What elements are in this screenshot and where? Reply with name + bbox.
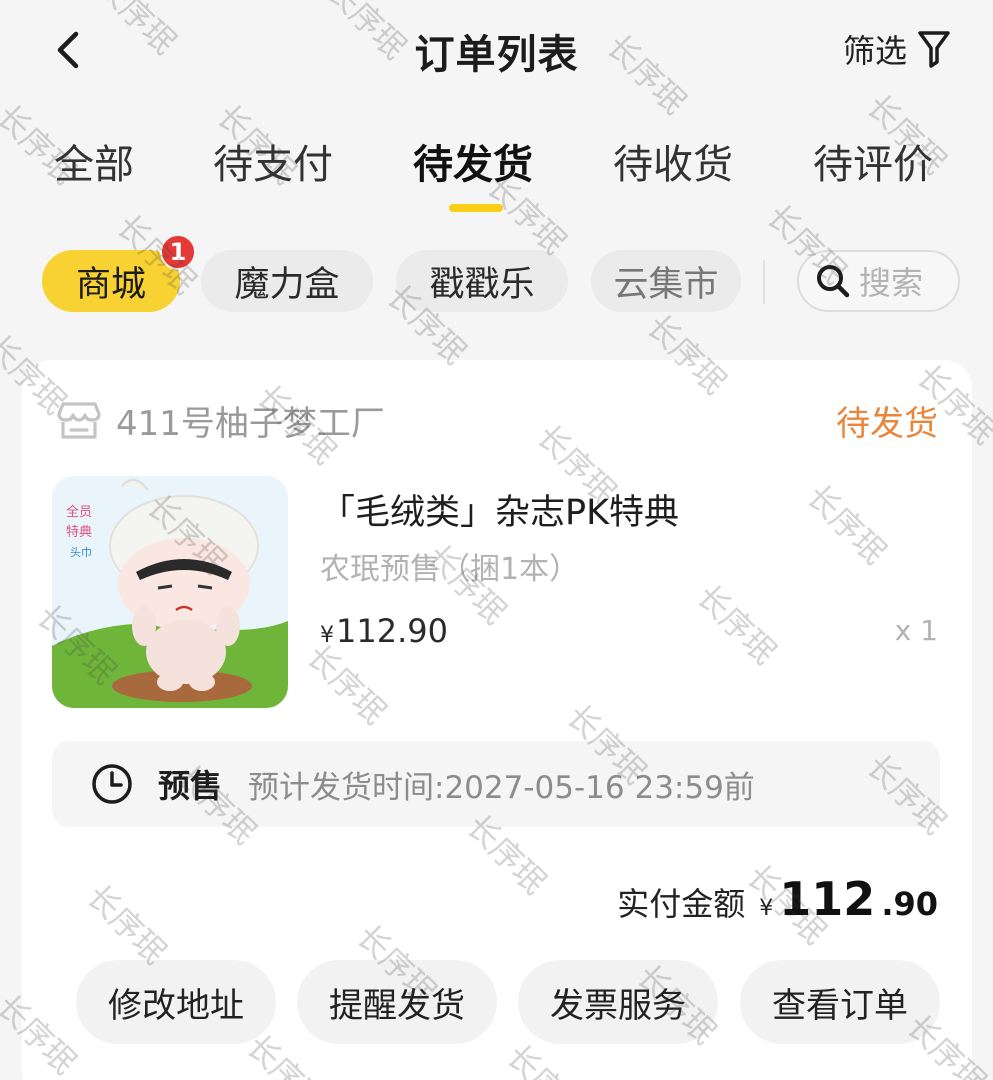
order-status: 待发货: [836, 404, 938, 444]
header: 订单列表 筛选: [0, 0, 993, 100]
product-price: ¥112.90: [320, 612, 448, 650]
shop-name: 411号柚子梦工厂: [116, 404, 385, 444]
presale-label: 预售: [158, 767, 223, 805]
clock-icon: [92, 764, 132, 804]
shop-row[interactable]: 411号柚子梦工厂: [56, 396, 385, 445]
funnel-icon: [918, 31, 950, 68]
estimated-ship-time: 预计发货时间:2027-05-16 23:59前: [248, 769, 755, 806]
chip-magic-box[interactable]: 魔力盒: [201, 250, 373, 312]
tab-all[interactable]: 全部: [54, 132, 134, 190]
order-card: 411号柚子梦工厂 待发货 全员 特典 头巾 「毛绒类」杂志PK特典 农珉预售（…: [22, 360, 972, 1080]
tab-pending-shipment[interactable]: 待发货: [413, 132, 533, 190]
tab-active-indicator: [449, 204, 503, 212]
search-button[interactable]: 搜索: [797, 250, 960, 312]
total-label: 实付金额: [617, 885, 746, 923]
tab-pending-payment[interactable]: 待支付: [213, 132, 333, 190]
chip-label: 商城: [75, 264, 146, 305]
svg-text:头巾: 头巾: [70, 545, 92, 559]
status-tabs: 全部 待支付 待发货 待收货 待评价: [0, 132, 993, 212]
currency-symbol: ¥: [759, 896, 774, 921]
search-icon: [817, 265, 850, 298]
product-image[interactable]: 全员 特典 头巾: [52, 476, 288, 708]
svg-text:特典: 特典: [66, 525, 92, 540]
filter-label: 筛选: [842, 32, 907, 70]
tab-pending-review[interactable]: 待评价: [813, 132, 933, 190]
store-icon: [57, 401, 101, 439]
total-integer: 112: [779, 872, 876, 926]
total-decimal: .90: [881, 885, 938, 923]
tab-pending-receipt[interactable]: 待收货: [613, 132, 733, 190]
chip-label: 云集市: [613, 264, 719, 305]
chip-label: 魔力盒: [234, 264, 340, 305]
price-value: 112.90: [336, 612, 448, 650]
view-order-button[interactable]: 查看订单: [740, 960, 940, 1044]
product-title[interactable]: 「毛绒类」杂志PK特典: [320, 484, 679, 535]
chip-label: 戳戳乐: [429, 264, 535, 305]
plush-doll-image: 全员 特典 头巾: [52, 476, 288, 708]
divider: [763, 260, 765, 304]
notification-badge: 1: [160, 234, 196, 270]
change-address-button[interactable]: 修改地址: [76, 960, 276, 1044]
chip-cloud-market[interactable]: 云集市: [591, 250, 741, 312]
product-variant: 农珉预售（捆1本）: [320, 552, 580, 587]
invoice-service-button[interactable]: 发票服务: [518, 960, 718, 1044]
currency-symbol: ¥: [320, 623, 334, 648]
presale-info: 预售 预计发货时间:2027-05-16 23:59前: [52, 741, 940, 827]
chip-poke-fun[interactable]: 戳戳乐: [396, 250, 568, 312]
product-quantity: x 1: [894, 614, 938, 647]
filter-button[interactable]: 筛选: [843, 26, 951, 72]
category-chips: 商城 1 魔力盒 戳戳乐 云集市 搜索: [0, 234, 993, 314]
remind-shipment-button[interactable]: 提醒发货: [297, 960, 497, 1044]
total-paid: 实付金额 ¥ 112.90: [617, 872, 938, 926]
svg-text:全员: 全员: [66, 504, 92, 520]
chip-mall[interactable]: 商城: [42, 250, 180, 312]
order-actions: 修改地址 提醒发货 发票服务 查看订单: [76, 960, 942, 1044]
search-placeholder: 搜索: [859, 264, 924, 302]
